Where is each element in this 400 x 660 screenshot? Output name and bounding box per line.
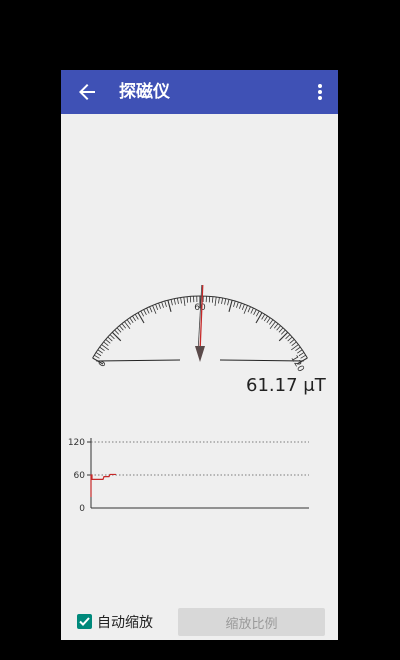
dial-tick (164, 300, 167, 307)
dial-tick (263, 315, 268, 322)
dial-tick (273, 323, 279, 329)
dial-tick (289, 339, 295, 344)
dial-tick (241, 304, 245, 310)
dial-tick (94, 354, 100, 359)
dial-tick (255, 312, 263, 324)
bottom-controls: 自动缩放 缩放比例 (61, 602, 338, 640)
auto-zoom-checkbox[interactable] (77, 614, 92, 629)
chart-series-line (90, 473, 116, 497)
dial-tick (161, 301, 164, 308)
dial-tick (227, 299, 230, 306)
more-vertical-icon[interactable] (310, 80, 330, 104)
dial-tick (152, 305, 157, 314)
dial-tick (143, 309, 147, 316)
dial-tick (97, 349, 103, 354)
dial-tick (126, 319, 131, 325)
chart-ytick-60: 60 (74, 471, 86, 481)
dial-tick (99, 346, 105, 351)
dial-tick (278, 331, 289, 342)
dial-tick (278, 327, 284, 333)
dial-tick (239, 302, 242, 309)
dial-tick (146, 307, 150, 314)
dial-tick (280, 329, 286, 335)
dial-tick (285, 334, 291, 340)
dial-tick (247, 306, 251, 313)
dial-tick (183, 297, 186, 307)
page-title: 探磁仪 (119, 82, 170, 102)
dial-tick (253, 309, 257, 316)
chart-ytick-120: 120 (68, 438, 85, 448)
dial-tick (119, 325, 124, 331)
field-strength-reading: 61.17 μT (246, 375, 326, 396)
dial-tick (180, 297, 182, 304)
dial-tick (295, 346, 301, 351)
dial-tick (95, 352, 102, 357)
dial-tick (107, 336, 113, 342)
dial-tick (158, 302, 161, 309)
dial-tick (269, 319, 274, 325)
dial-tick (177, 298, 179, 305)
app-bar: 探磁仪 (61, 70, 338, 114)
dial-tick (167, 300, 172, 312)
dial-tick (129, 317, 134, 323)
dial-tick (137, 312, 145, 324)
dial-tick (255, 310, 260, 317)
dial-tick (116, 327, 122, 333)
dial-tick (109, 334, 115, 340)
dial-tick (224, 298, 227, 305)
dial-tick (300, 354, 306, 359)
dial-tick (218, 297, 220, 304)
dial-tick (132, 315, 137, 322)
dial-tick (298, 352, 305, 357)
dial-boundary-left (96, 359, 181, 362)
dial-tick (221, 298, 223, 305)
dial-tick (243, 305, 248, 314)
dial-tick (266, 317, 271, 323)
dial-tick (287, 336, 293, 342)
dial-tick (103, 341, 109, 347)
history-chart: 120 60 0 (68, 438, 309, 514)
dial-tick (297, 349, 303, 354)
dial-tick (276, 325, 281, 331)
dial-tick (114, 329, 120, 335)
dial-tick (111, 331, 122, 342)
dial-tick (134, 314, 139, 320)
dial-tick (155, 304, 159, 310)
chart-ytick-0: 0 (79, 504, 85, 514)
dial-tick (261, 314, 266, 320)
needle-head (195, 346, 205, 362)
dial-tick (233, 300, 236, 307)
dial-tick (149, 306, 153, 313)
dial-tick (140, 310, 145, 317)
dial-tick (105, 339, 111, 344)
dial-tick (173, 298, 176, 305)
dial-tick (211, 296, 214, 303)
auto-zoom-label[interactable]: 自动缩放 (97, 612, 153, 632)
dial-tick (236, 301, 239, 308)
check-icon (79, 617, 90, 626)
app-window: 探磁仪 0 60 120 61.17 μT 120 60 0 自动缩放 缩放比例 (61, 70, 338, 640)
dial-tick (214, 297, 217, 307)
dial-tick (170, 299, 173, 306)
scale-ratio-button[interactable]: 缩放比例 (178, 608, 325, 636)
magnetometer-dial: 0 60 120 (92, 285, 308, 374)
dial-tick (228, 300, 233, 312)
dial-tick (291, 341, 297, 347)
dial-tick (121, 323, 127, 329)
dial-tick (250, 307, 254, 314)
arrow-left-icon[interactable] (75, 80, 99, 104)
dial-tick (186, 296, 189, 303)
dial-label-min: 0 (97, 359, 109, 369)
